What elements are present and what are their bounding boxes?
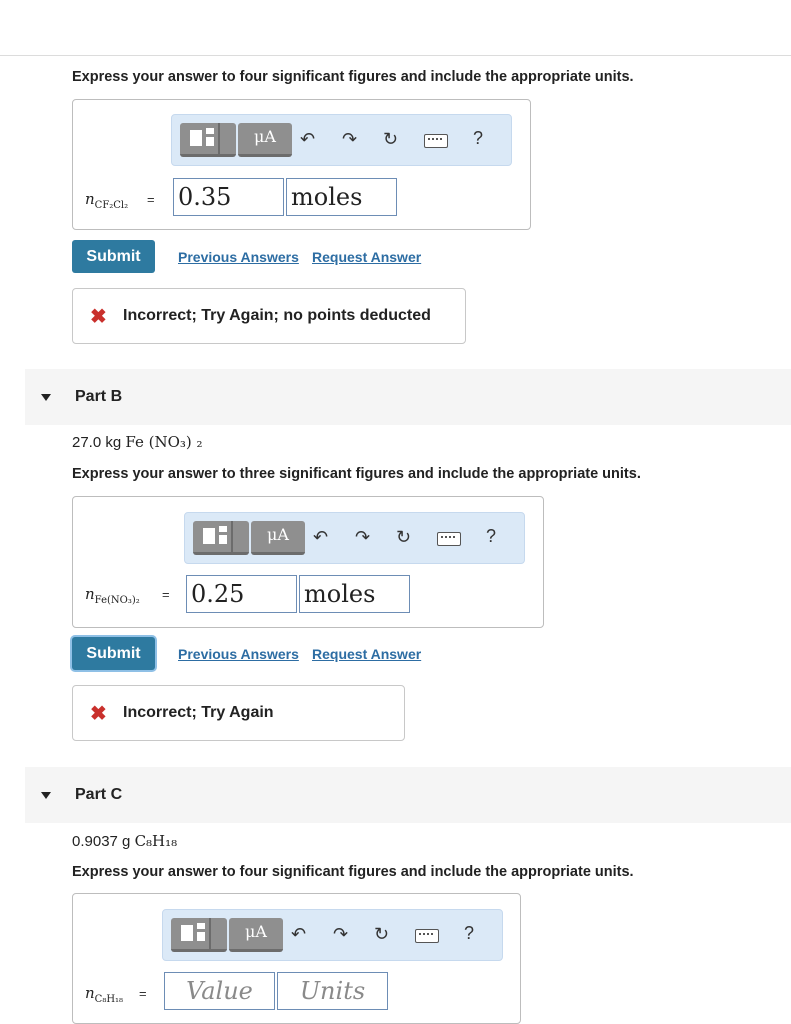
- redo-icon[interactable]: ↷: [342, 129, 357, 150]
- undo-icon[interactable]: ↶: [300, 129, 315, 150]
- part-c-value-input[interactable]: Value: [164, 972, 275, 1010]
- collapse-triangle-icon[interactable]: [41, 792, 51, 799]
- top-divider: [0, 55, 791, 56]
- part-c-equals: =: [139, 986, 147, 1001]
- templates-icon[interactable]: [180, 123, 236, 157]
- units-icon[interactable]: μA: [251, 521, 305, 555]
- help-icon[interactable]: ?: [464, 923, 474, 944]
- part-c-variable-label: nC₈H₁₈: [85, 984, 124, 1005]
- keyboard-icon[interactable]: [437, 532, 461, 546]
- reset-icon[interactable]: ↻: [383, 129, 398, 150]
- collapse-triangle-icon[interactable]: [41, 394, 51, 401]
- part-b-problem: 27.0 kg Fe (NO₃) ₂: [72, 433, 203, 451]
- part-a-toolbar: μA ↶ ↷ ↻ ?: [171, 114, 512, 166]
- part-b-units-input[interactable]: moles: [299, 575, 410, 613]
- part-a-feedback: ✖ Incorrect; Try Again; no points deduct…: [72, 288, 466, 344]
- part-a-equals: =: [147, 192, 155, 207]
- part-b-variable-label: nFe(NO₃)₂: [85, 585, 140, 606]
- help-icon[interactable]: ?: [473, 128, 483, 149]
- part-b-equals: =: [162, 587, 170, 602]
- part-c-problem: 0.9037 g C₈H₁₈: [72, 832, 178, 850]
- part-a-units-input[interactable]: moles: [286, 178, 397, 216]
- part-a-previous-answers-link[interactable]: Previous Answers: [178, 249, 299, 265]
- templates-icon[interactable]: [171, 918, 227, 952]
- part-b-toolbar: μA ↶ ↷ ↻ ?: [184, 512, 525, 564]
- redo-icon[interactable]: ↷: [333, 924, 348, 945]
- part-b-answer-box: μA ↶ ↷ ↻ ? nFe(NO₃)₂ = 0.25 moles: [72, 496, 544, 628]
- reset-icon[interactable]: ↻: [374, 924, 389, 945]
- part-b-previous-answers-link[interactable]: Previous Answers: [178, 646, 299, 662]
- part-b-submit-button[interactable]: Submit: [72, 637, 155, 670]
- templates-icon[interactable]: [193, 521, 249, 555]
- undo-icon[interactable]: ↶: [291, 924, 306, 945]
- redo-icon[interactable]: ↷: [355, 527, 370, 548]
- error-x-icon: ✖: [90, 306, 107, 328]
- units-icon[interactable]: μA: [229, 918, 283, 952]
- error-x-icon: ✖: [90, 703, 107, 725]
- part-c-header[interactable]: Part C: [25, 767, 791, 823]
- keyboard-icon[interactable]: [424, 134, 448, 148]
- part-c-answer-box: μA ↶ ↷ ↻ ? nC₈H₁₈ = Value Units: [72, 893, 521, 1024]
- keyboard-icon[interactable]: [415, 929, 439, 943]
- part-b-value-input[interactable]: 0.25: [186, 575, 297, 613]
- part-b-request-answer-link[interactable]: Request Answer: [312, 646, 421, 662]
- undo-icon[interactable]: ↶: [313, 527, 328, 548]
- part-c-toolbar: μA ↶ ↷ ↻ ?: [162, 909, 503, 961]
- reset-icon[interactable]: ↻: [396, 527, 411, 548]
- part-a-answer-box: μA ↶ ↷ ↻ ? nCF₂Cl₂ = 0.35 moles: [72, 99, 531, 230]
- part-b-feedback: ✖ Incorrect; Try Again: [72, 685, 405, 741]
- part-a-variable-label: nCF₂Cl₂: [85, 190, 129, 211]
- part-a-request-answer-link[interactable]: Request Answer: [312, 249, 421, 265]
- part-a-submit-button[interactable]: Submit: [72, 240, 155, 273]
- part-a-value-input[interactable]: 0.35: [173, 178, 284, 216]
- help-icon[interactable]: ?: [486, 526, 496, 547]
- units-icon[interactable]: μA: [238, 123, 292, 157]
- part-b-header[interactable]: Part B: [25, 369, 791, 425]
- part-b-instruction: Express your answer to three significant…: [72, 466, 641, 482]
- part-c-instruction: Express your answer to four significant …: [72, 864, 634, 880]
- part-c-units-input[interactable]: Units: [277, 972, 388, 1010]
- part-a-instruction: Express your answer to four significant …: [72, 69, 634, 85]
